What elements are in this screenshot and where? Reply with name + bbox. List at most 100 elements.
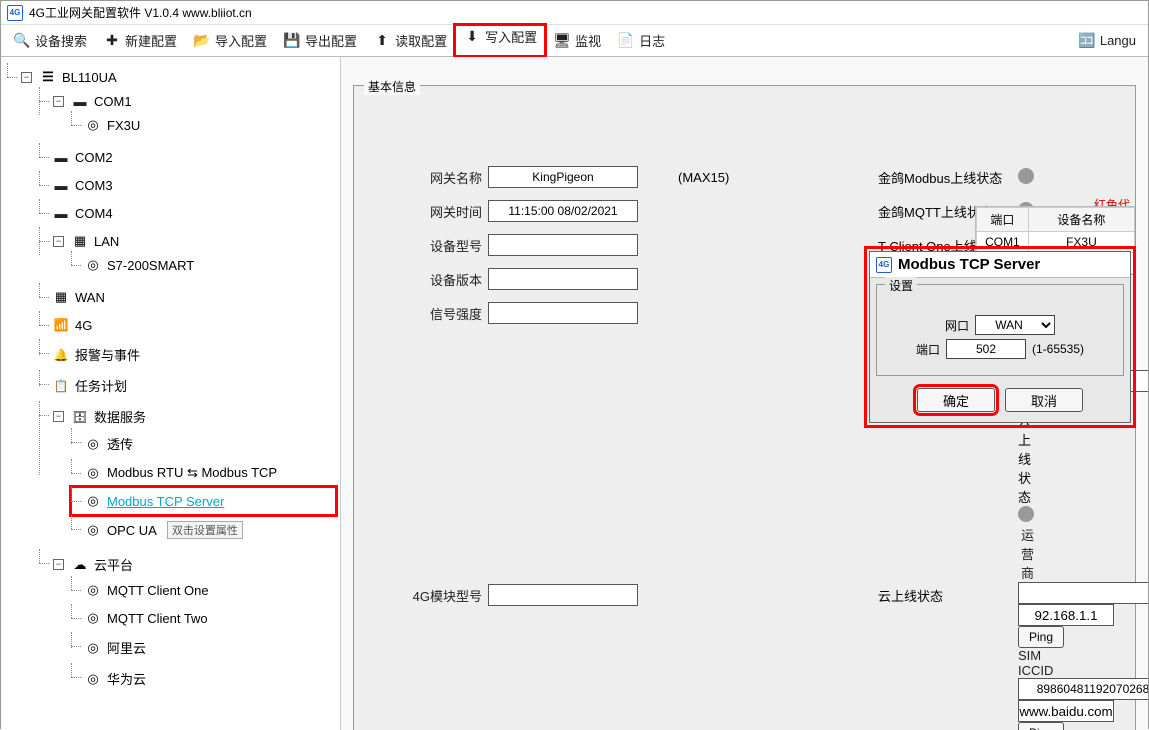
table-row: COM1 FX3U — [977, 232, 1135, 253]
tree-com2[interactable]: COM2 — [51, 147, 336, 167]
label-netport: 网口 — [945, 317, 969, 334]
iccid-input[interactable] — [1018, 678, 1148, 700]
tree-aliyun[interactable]: 阿里云 — [83, 636, 336, 659]
col-device: 设备名称 — [1028, 208, 1134, 232]
dialog-titlebar[interactable]: 4G Modbus TCP Server — [870, 252, 1130, 278]
tree-root[interactable]: − BL110UA — [19, 67, 336, 87]
expander-icon[interactable]: − — [53, 96, 64, 107]
tree-com3[interactable]: COM3 — [51, 175, 336, 195]
import-config-button[interactable]: 📂 导入配置 — [185, 27, 275, 54]
carrier-input[interactable] — [1018, 582, 1148, 604]
device-icon — [85, 257, 101, 273]
read-config-button[interactable]: ⬆ 读取配置 — [365, 27, 455, 54]
device-version-input[interactable] — [488, 268, 638, 290]
cancel-button[interactable]: 取消 — [1005, 388, 1083, 412]
ok-button[interactable]: 确定 — [917, 388, 995, 412]
tree-fx3u[interactable]: FX3U — [83, 115, 336, 135]
search-icon: 🔍 — [13, 32, 31, 50]
port-icon — [72, 93, 88, 109]
service-icon — [85, 582, 101, 598]
tree-modbus-tcp-server[interactable]: Modbus TCP Server — [83, 491, 336, 511]
label-4g-model: 4G模块型号 — [368, 586, 488, 605]
tree-opc-ua[interactable]: OPC UA 双击设置属性 — [83, 519, 336, 541]
tree-data-service[interactable]: − 数据服务 — [51, 405, 336, 428]
gateway-time-input[interactable] — [488, 200, 638, 222]
expander-icon[interactable]: − — [53, 236, 64, 247]
ping-url-input[interactable] — [1018, 700, 1114, 722]
route-ip-input[interactable] — [1018, 604, 1114, 626]
write-config-button[interactable]: ⬇ 写入配置 — [455, 25, 545, 56]
tree-cloud[interactable]: − 云平台 — [51, 553, 336, 576]
tree-wan[interactable]: WAN — [51, 287, 336, 307]
titlebar: 4G 4G工业网关配置软件 V1.0.4 www.bliiot.cn — [1, 1, 1148, 25]
tree-lan[interactable]: − LAN — [51, 231, 336, 251]
database-icon — [72, 409, 88, 425]
device-tree[interactable]: − BL110UA − COM1 — [1, 57, 341, 730]
log-icon: 📄 — [617, 32, 635, 50]
antenna-icon — [53, 317, 69, 333]
signal-input[interactable] — [488, 302, 638, 324]
tree-alarm[interactable]: 报警与事件 — [51, 343, 336, 366]
toolbar: 🔍 设备搜索 ✚ 新建配置 📂 导入配置 💾 导出配置 ⬆ 读取配置 ⬇ 写入配… — [1, 25, 1148, 57]
tree-com1[interactable]: − COM1 — [51, 91, 336, 111]
log-button[interactable]: 📄 日志 — [609, 27, 673, 54]
expander-icon[interactable]: − — [21, 72, 32, 83]
save-icon: 💾 — [283, 32, 301, 50]
app-icon: 4G — [876, 257, 892, 273]
search-devices-button[interactable]: 🔍 设备搜索 — [5, 27, 95, 54]
tree-task[interactable]: 任务计划 — [51, 374, 336, 397]
expander-icon[interactable]: − — [53, 559, 64, 570]
service-icon — [85, 465, 101, 481]
tree-mqtt-client-two[interactable]: MQTT Client Two — [83, 608, 336, 628]
gateway-name-note: (MAX15) — [678, 170, 878, 185]
wan-icon — [53, 289, 69, 305]
label-gateway-name: 网关名称 — [368, 168, 488, 187]
tree-passthrough[interactable]: 透传 — [83, 432, 336, 455]
netport-select[interactable]: WAN — [975, 315, 1055, 335]
label-carrier: 运营商 — [1018, 525, 1040, 582]
label-device-type: 设备型号 — [368, 236, 488, 255]
modbus-tcp-server-dialog: 4G Modbus TCP Server 设置 网口 WAN 端口 (1- — [869, 251, 1131, 423]
status-label-cloud2: 云上线状态 — [878, 586, 1018, 605]
gateway-icon — [40, 69, 56, 85]
col-port: 端口 — [977, 208, 1029, 232]
service-icon — [85, 610, 101, 626]
gateway-name-input[interactable] — [488, 166, 638, 188]
basic-info-panel: 基本信息 红色代表上线状态，灰色代表下线状态 网关名称 (MAX15) 金鸽Mo… — [353, 85, 1136, 730]
status-dot-cloud3 — [1018, 506, 1034, 522]
device-type-input[interactable] — [488, 234, 638, 256]
tree-mqtt-client-one[interactable]: MQTT Client One — [83, 580, 336, 600]
dialog-fieldset-title: 设置 — [885, 277, 917, 294]
service-icon — [85, 522, 101, 538]
status-dot-modbus — [1018, 168, 1034, 184]
tree-com4[interactable]: COM4 — [51, 203, 336, 223]
port-range-note: (1-65535) — [1032, 342, 1084, 356]
label-device-version: 设备版本 — [368, 270, 488, 289]
cloud-icon — [72, 557, 88, 573]
port-icon — [53, 177, 69, 193]
app-title: 4G工业网关配置软件 V1.0.4 www.bliiot.cn — [29, 4, 252, 21]
upload-icon: ⬆ — [373, 32, 391, 50]
expander-icon[interactable]: − — [53, 411, 64, 422]
ping-ip-button[interactable]: Ping — [1018, 626, 1064, 648]
g4-model-input[interactable] — [488, 584, 638, 606]
device-icon — [85, 117, 101, 133]
language-button[interactable]: 🈁 Langu — [1070, 28, 1144, 54]
tooltip-hint: 双击设置属性 — [167, 521, 243, 539]
new-config-button[interactable]: ✚ 新建配置 — [95, 27, 185, 54]
new-icon: ✚ — [103, 32, 121, 50]
folder-open-icon: 📂 — [193, 32, 211, 50]
service-icon — [85, 640, 101, 656]
lan-icon — [72, 233, 88, 249]
monitor-button[interactable]: 🖥 监视 — [545, 27, 609, 54]
tree-4g[interactable]: 4G — [51, 315, 336, 335]
port-icon — [53, 149, 69, 165]
tree-huawei[interactable]: 华为云 — [83, 667, 336, 690]
tree-s7[interactable]: S7-200SMART — [83, 255, 336, 275]
status-label-modbus: 金鸽Modbus上线状态 — [878, 168, 1018, 187]
service-icon — [85, 493, 101, 509]
export-config-button[interactable]: 💾 导出配置 — [275, 27, 365, 54]
tree-modbus-rtu-tcp[interactable]: Modbus RTU ⇆ Modbus TCP — [83, 463, 336, 483]
panel-title: 基本信息 — [364, 78, 420, 95]
port-input[interactable] — [946, 339, 1026, 359]
